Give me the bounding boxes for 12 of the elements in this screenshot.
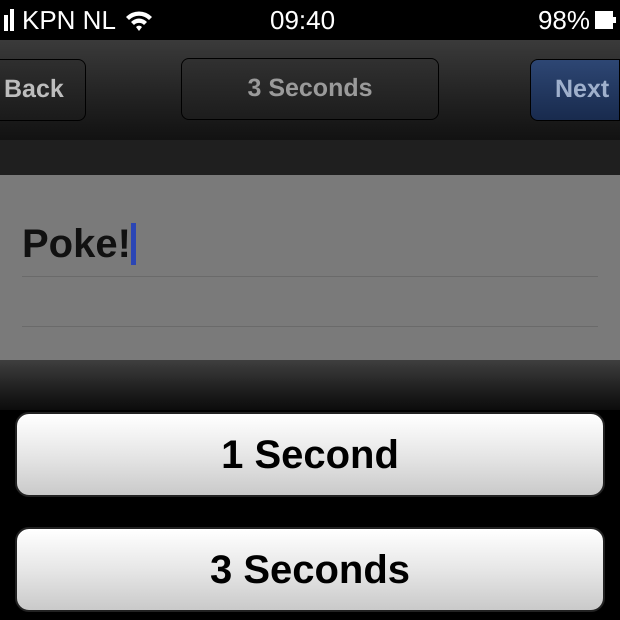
- nav-title: 3 Seconds: [181, 58, 439, 120]
- battery-icon: [594, 8, 616, 32]
- battery-percent: 98%: [538, 4, 590, 36]
- note-area[interactable]: Poke!: [0, 175, 620, 360]
- back-button[interactable]: Back: [0, 59, 86, 121]
- option-button[interactable]: 3 Seconds: [15, 527, 605, 612]
- option-button[interactable]: 1 Second: [15, 412, 605, 497]
- signal-icon: [4, 9, 14, 31]
- note-text: Poke!: [22, 224, 131, 264]
- carrier-name: KPN NL: [22, 4, 116, 36]
- next-button[interactable]: Next: [530, 59, 620, 121]
- status-time: 09:40: [270, 4, 336, 36]
